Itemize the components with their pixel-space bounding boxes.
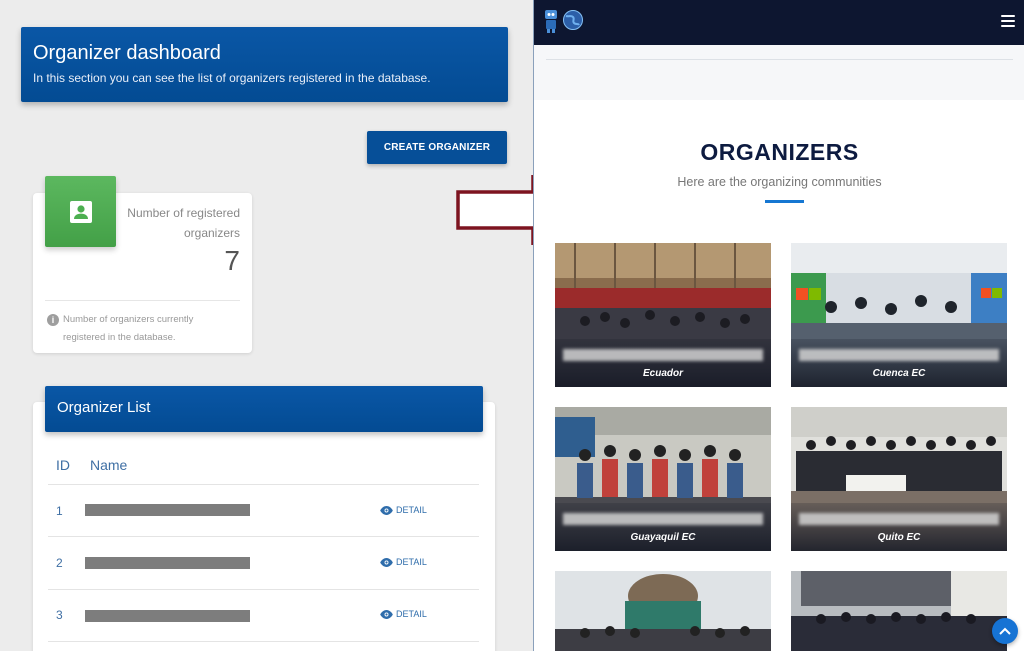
robot-icon [545, 10, 557, 33]
organizer-tile[interactable]: Cuenca EC [791, 243, 1007, 387]
organizer-location: Quito EC [877, 532, 921, 543]
eye-icon [380, 609, 393, 619]
column-header-id: ID [56, 457, 70, 473]
detail-link[interactable]: DETAIL [380, 505, 427, 515]
divider [546, 59, 1013, 60]
organizer-tile[interactable] [791, 571, 1007, 651]
detail-label: DETAIL [396, 609, 427, 619]
scroll-to-top-button[interactable] [992, 618, 1018, 644]
section-subtitle: Here are the organizing communities [677, 175, 882, 189]
redacted-community-name [799, 349, 999, 361]
row-divider [48, 641, 479, 642]
organizer-tile[interactable]: Quito EC [791, 407, 1007, 551]
row-divider [48, 536, 479, 537]
organizer-list-header: Organizer List [45, 386, 483, 432]
redacted-community-name [563, 513, 763, 525]
detail-link[interactable]: DETAIL [380, 557, 427, 567]
caption-overlay [791, 339, 1007, 387]
info-icon: i [47, 314, 59, 326]
row-id: 3 [56, 608, 63, 622]
menu-icon[interactable] [1001, 15, 1015, 27]
row-divider [48, 484, 479, 485]
eye-icon [380, 505, 393, 515]
stat-footnote: i Number of organizers currently registe… [47, 311, 227, 347]
detail-label: DETAIL [396, 505, 427, 515]
page-title: Organizer dashboard [33, 42, 221, 64]
row-id: 1 [56, 504, 63, 518]
organizer-location: Guayaquil EC [630, 532, 696, 543]
redacted-community-name [563, 349, 763, 361]
organizer-tile[interactable]: Guayaquil EC [555, 407, 771, 551]
row-id: 2 [56, 556, 63, 570]
globe-icon [563, 10, 583, 30]
page-subtitle: In this section you can see the list of … [33, 71, 431, 85]
redacted-organizer-name [85, 504, 250, 516]
column-header-name: Name [90, 457, 128, 473]
nav-spacer [534, 45, 1024, 100]
caption-overlay [555, 503, 771, 551]
create-organizer-button[interactable]: CREATE ORGANIZER [367, 131, 507, 164]
row-divider [48, 589, 479, 590]
organizer-location: Cuenca EC [872, 368, 926, 379]
organizer-tile[interactable] [555, 571, 771, 651]
redacted-organizer-name [85, 557, 250, 569]
organizer-tile[interactable]: Ecuador [555, 243, 771, 387]
stat-value: 7 [224, 245, 240, 276]
contact-card-icon [45, 176, 116, 247]
group-photo [791, 571, 1007, 651]
group-photo [555, 571, 771, 651]
redacted-organizer-name [85, 610, 250, 622]
detail-link[interactable]: DETAIL [380, 609, 427, 619]
caption-overlay [555, 339, 771, 387]
detail-label: DETAIL [396, 557, 427, 567]
dashboard-header: Organizer dashboard In this section you … [21, 27, 508, 102]
caption-overlay [791, 503, 1007, 551]
site-logo[interactable] [542, 8, 584, 34]
stat-footnote-text: Number of organizers currently registere… [63, 314, 194, 343]
divider [45, 300, 240, 301]
admin-dashboard-panel: Organizer dashboard In this section you … [0, 0, 533, 651]
site-navbar [534, 0, 1024, 45]
redacted-community-name [799, 513, 999, 525]
stat-label: Number of registered organizers [127, 206, 240, 240]
title-underline [765, 200, 804, 203]
organizer-location: Ecuador [642, 368, 683, 379]
eye-icon [380, 557, 393, 567]
public-site-panel: ORGANIZERS Here are the organizing commu… [533, 0, 1024, 651]
section-title: ORGANIZERS [700, 139, 859, 165]
chevron-up-icon [999, 627, 1011, 635]
